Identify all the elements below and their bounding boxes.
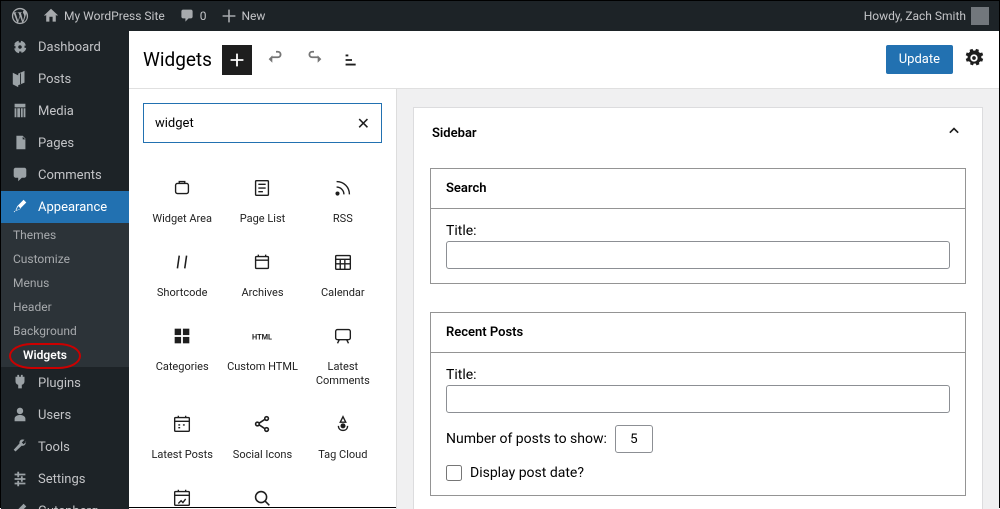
sub-menus[interactable]: Menus <box>1 271 129 295</box>
avatar <box>971 7 989 25</box>
recent-title-label: Title: <box>446 367 950 383</box>
sidebar-pages[interactable]: Pages <box>1 127 129 159</box>
sidebar-media[interactable]: Media <box>1 95 129 127</box>
new-content[interactable]: New <box>221 8 266 24</box>
editor-header: Widgets Update <box>129 31 999 89</box>
update-button[interactable]: Update <box>886 45 953 74</box>
sidebar-users[interactable]: Users <box>1 399 129 431</box>
comments-link[interactable]: 0 <box>179 8 207 24</box>
sidebar-panel-header[interactable]: Sidebar <box>414 108 982 158</box>
search-widget[interactable]: Search Title: <box>430 168 966 284</box>
block-extra[interactable] <box>223 475 301 509</box>
block-categories[interactable]: Categories <box>143 313 221 398</box>
svg-text:HTML: HTML <box>252 333 272 342</box>
site-title: My WordPress Site <box>64 9 165 23</box>
clear-search-button[interactable]: ✕ <box>357 114 370 133</box>
block-inserter: ✕ Widget AreaPage ListRSS ShortcodeArchiv… <box>129 89 397 509</box>
block-shortcode[interactable]: Shortcode <box>143 239 221 311</box>
add-block-button[interactable] <box>222 45 252 75</box>
sub-header[interactable]: Header <box>1 295 129 319</box>
redo-button[interactable] <box>300 46 328 74</box>
sidebar-comments[interactable]: Comments <box>1 159 129 191</box>
block-archives[interactable]: Archives <box>223 239 301 311</box>
sub-customize[interactable]: Customize <box>1 247 129 271</box>
chevron-up-icon <box>944 121 964 145</box>
admin-sidebar: Dashboard Posts Media Pages Comments App… <box>1 31 129 509</box>
display-date-label: Display post date? <box>470 465 584 481</box>
undo-button[interactable] <box>262 46 290 74</box>
page-title: Widgets <box>143 48 212 71</box>
sidebar-tools[interactable]: Tools <box>1 431 129 463</box>
block-latest-comments[interactable]: Latest Comments <box>304 313 382 398</box>
user-greeting[interactable]: Howdy, Zach Smith <box>864 7 989 25</box>
sidebar-settings[interactable]: Settings <box>1 463 129 495</box>
list-view-button[interactable] <box>338 46 366 74</box>
recent-title-input[interactable] <box>446 385 950 413</box>
block-rss[interactable]: RSS <box>304 165 382 237</box>
sidebar-dashboard[interactable]: Dashboard <box>1 31 129 63</box>
block-custom-html[interactable]: HTMLCustom HTML <box>223 313 301 398</box>
widget-area-panel: Sidebar Search Title: Recent Posts <box>397 89 999 509</box>
sidebar-plugins[interactable]: Plugins <box>1 367 129 399</box>
block-page-list[interactable]: Page List <box>223 165 301 237</box>
recent-posts-widget[interactable]: Recent Posts Title: Number of posts to s… <box>430 312 966 496</box>
admin-bar: My WordPress Site 0 New Howdy, Zach Smit… <box>1 1 999 31</box>
inserter-search[interactable]: ✕ <box>143 103 382 143</box>
block-social-icons[interactable]: Social Icons <box>223 401 301 473</box>
sub-widgets[interactable]: Widgets <box>1 343 129 367</box>
sub-background[interactable]: Background <box>1 319 129 343</box>
block-calendar[interactable]: Calendar <box>304 239 382 311</box>
block-widget-area[interactable]: Widget Area <box>143 165 221 237</box>
display-date-checkbox[interactable] <box>446 465 462 481</box>
settings-button[interactable] <box>963 47 985 73</box>
num-posts-label: Number of posts to show: <box>446 431 607 447</box>
search-title-label: Title: <box>446 223 950 239</box>
block-extra[interactable] <box>143 475 221 509</box>
sidebar-posts[interactable]: Posts <box>1 63 129 95</box>
search-title-input[interactable] <box>446 241 950 269</box>
wp-logo[interactable] <box>11 7 29 25</box>
block-latest-posts[interactable]: Latest Posts <box>143 401 221 473</box>
sidebar-appearance[interactable]: Appearance <box>1 191 129 223</box>
site-home[interactable]: My WordPress Site <box>43 8 165 24</box>
new-label: New <box>242 9 266 23</box>
sub-themes[interactable]: Themes <box>1 223 129 247</box>
sidebar-gutenberg[interactable]: Gutenberg <box>1 495 129 509</box>
appearance-submenu: Themes Customize Menus Header Background… <box>1 223 129 367</box>
search-input[interactable] <box>155 116 357 131</box>
num-posts-input[interactable] <box>615 425 653 453</box>
comment-count: 0 <box>200 9 207 23</box>
block-tag-cloud[interactable]: Tag Cloud <box>304 401 382 473</box>
